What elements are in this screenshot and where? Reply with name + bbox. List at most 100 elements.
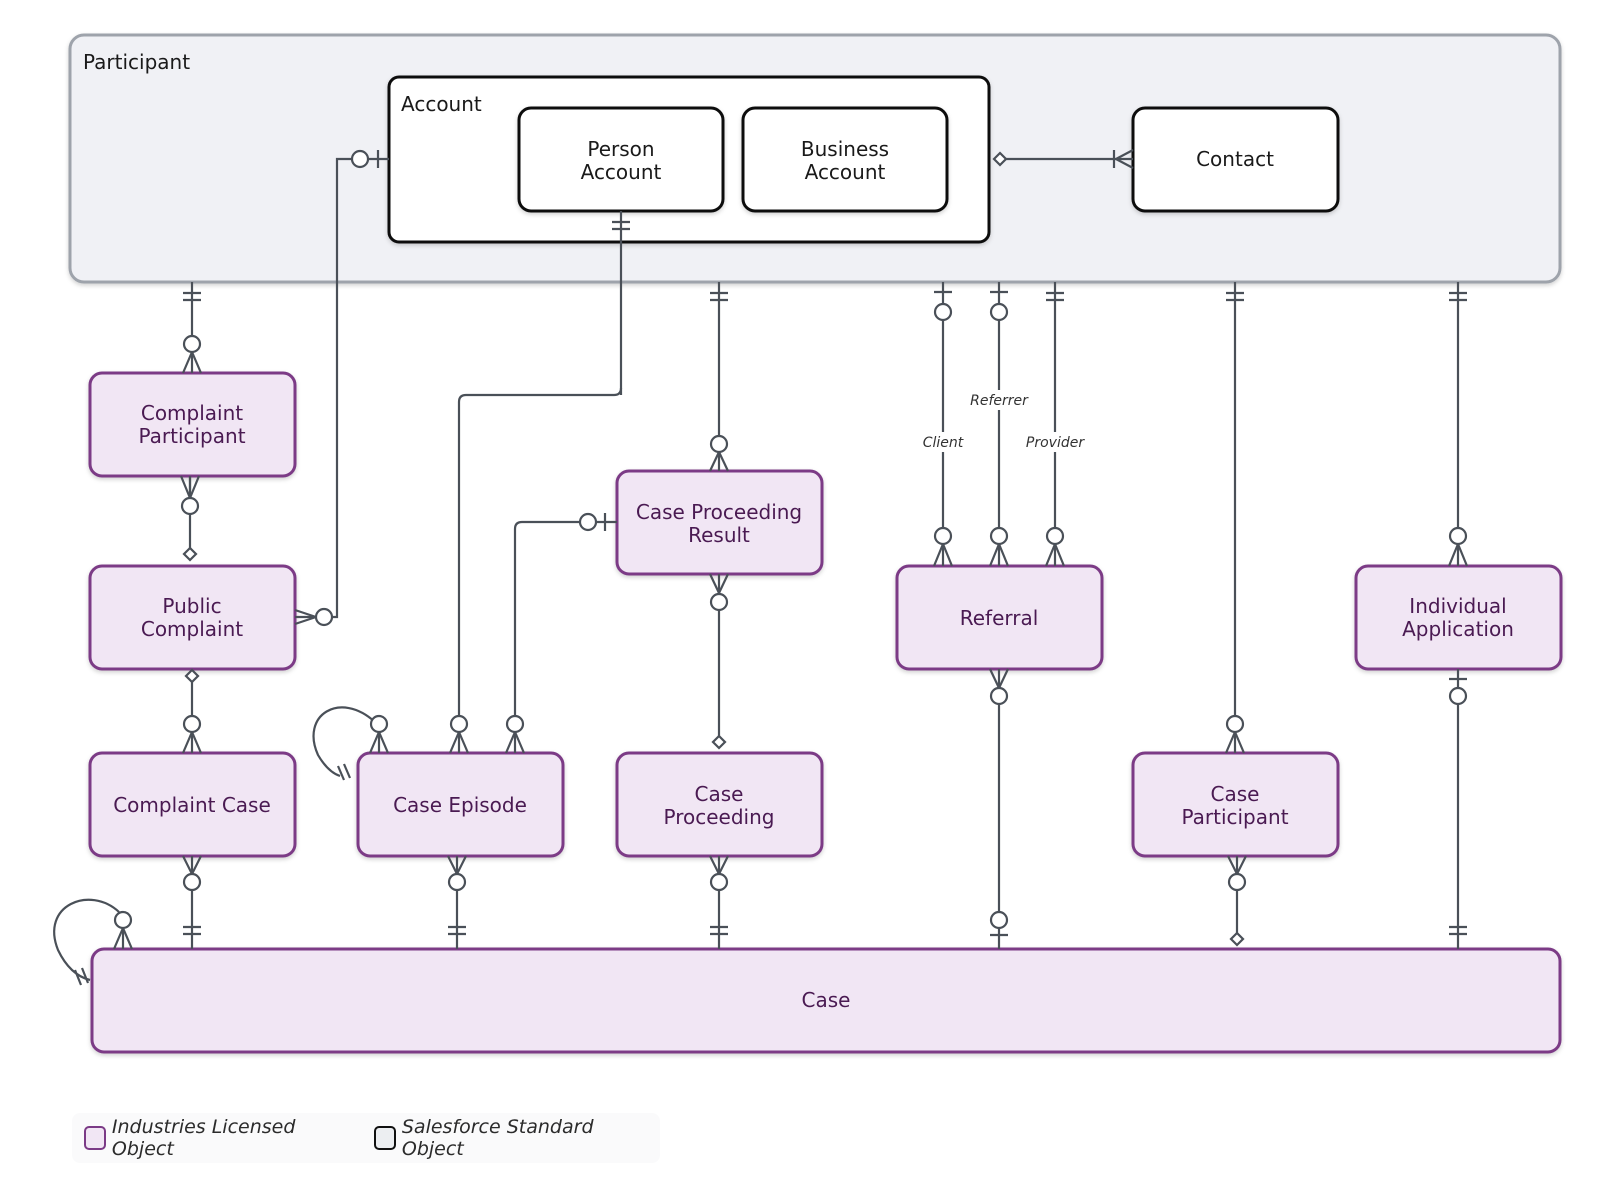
legend-label-licensed: Industries Licensed Object: [111, 1116, 296, 1160]
zero-marker: [1448, 526, 1468, 546]
crow-foot: [377, 731, 390, 754]
crow-foot: [448, 731, 461, 754]
crow-foot: [181, 351, 194, 374]
legend-label-standard: Salesforce Standard Object: [401, 1116, 594, 1160]
crow-foot: [1053, 543, 1066, 567]
case-proceeding-line2: Proceeding: [664, 805, 775, 829]
crow-foot: [709, 573, 720, 594]
business-account-line2: Account: [805, 160, 886, 184]
zero-marker: [182, 334, 202, 354]
zero-marker: [709, 592, 729, 612]
crow-foot: [989, 668, 1000, 689]
case-label: Case: [802, 988, 851, 1012]
entity-individual-application[interactable]: Individual Application: [1354, 564, 1563, 671]
crow-foot: [182, 855, 193, 875]
crow-foot: [1233, 731, 1246, 754]
zero-marker: [182, 872, 202, 892]
crow-foot: [121, 927, 134, 950]
entity-case-episode[interactable]: Case Episode: [356, 751, 565, 858]
complaint-participant-line2: Participant: [138, 424, 245, 448]
legend: Industries Licensed Object Salesforce St…: [72, 1113, 660, 1163]
person-account-line2: Account: [581, 160, 662, 184]
crow-foot: [1236, 855, 1247, 875]
relationship-label-client: Client: [923, 435, 964, 451]
standard-swatch-icon: [373, 1126, 396, 1150]
crow-foot: [179, 475, 192, 499]
crow-foot: [941, 543, 954, 567]
zero-marker: [314, 607, 334, 627]
crow-foot: [504, 731, 517, 754]
crow-foot: [190, 731, 203, 754]
crow-foot: [191, 855, 202, 875]
entity-person-account[interactable]: Person Account: [517, 106, 725, 213]
referral-label: Referral: [960, 606, 1039, 630]
connector-path: [513, 520, 580, 716]
crow-foot: [1456, 543, 1469, 567]
crow-foot: [709, 855, 720, 875]
crow-foot: [513, 731, 526, 754]
zero-marker: [989, 686, 1009, 706]
business-account-line1: Business: [801, 137, 889, 161]
crow-foot: [1447, 543, 1460, 567]
crow-foot: [988, 543, 1001, 567]
crow-foot: [998, 668, 1009, 689]
zero-marker: [989, 526, 1009, 546]
zero-marker: [709, 872, 729, 892]
complaint-case-label: Complaint Case: [113, 793, 271, 817]
zero-marker: [933, 526, 953, 546]
entity-business-account[interactable]: Business Account: [741, 106, 949, 213]
one-bar: [80, 967, 90, 984]
case-episode-label: Case Episode: [393, 793, 527, 817]
entity-contact[interactable]: Contact: [1131, 106, 1340, 213]
entity-referral[interactable]: Referral: [895, 564, 1104, 671]
case-participant-line1: Case: [1211, 782, 1260, 806]
entity-case-proceeding-result[interactable]: Case Proceeding Result: [615, 469, 824, 576]
crow-foot: [368, 731, 381, 754]
zero-marker: [1448, 686, 1468, 706]
zero-marker: [989, 910, 1009, 930]
zero-marker: [447, 872, 467, 892]
case-proceeding-result-line2: Result: [688, 523, 750, 547]
diamond-marker: [711, 734, 727, 750]
participant-label: Participant: [83, 50, 190, 74]
crow-foot: [709, 451, 720, 472]
legend-item-standard: Salesforce Standard Object: [373, 1116, 660, 1160]
entity-case[interactable]: Case: [90, 947, 1562, 1054]
erd-diagram: Participant Account Person Account Busin…: [53, 33, 1563, 1054]
diamond-marker: [184, 668, 200, 684]
crow-foot: [718, 855, 729, 875]
relationship-label-referrer: Referrer: [970, 393, 1029, 409]
zero-marker: [709, 434, 729, 454]
crow-foot: [1224, 731, 1237, 754]
diamond-marker: [1229, 931, 1245, 947]
zero-marker: [578, 512, 598, 532]
case-proceeding-line1: Case: [695, 782, 744, 806]
connector-path: [457, 387, 623, 716]
entity-case-participant[interactable]: Case Participant: [1131, 751, 1340, 858]
entity-public-complaint[interactable]: Public Complaint: [88, 564, 297, 671]
individual-application-line1: Individual: [1409, 594, 1506, 618]
licensed-swatch-icon: [84, 1126, 106, 1150]
complaint-participant-line1: Complaint: [141, 401, 243, 425]
diamond-marker: [182, 546, 198, 562]
crow-foot: [1227, 855, 1238, 875]
entity-complaint-case[interactable]: Complaint Case: [88, 751, 297, 858]
one-bar: [73, 969, 83, 986]
zero-marker: [350, 149, 370, 169]
zero-marker: [1227, 872, 1247, 892]
crow-foot: [718, 573, 729, 594]
public-complaint-line1: Public: [162, 594, 221, 618]
crow-foot: [181, 731, 194, 754]
one-bar: [336, 765, 346, 781]
relationship-label-provider: Provider: [1026, 435, 1085, 451]
crow-foot: [932, 543, 945, 567]
crow-foot: [456, 855, 467, 875]
account-label: Account: [401, 92, 482, 116]
entity-case-proceeding[interactable]: Case Proceeding: [615, 751, 824, 858]
entity-complaint-participant[interactable]: Complaint Participant: [88, 371, 297, 478]
zero-marker: [1225, 714, 1245, 734]
crow-foot: [457, 731, 470, 754]
crow-foot: [188, 475, 201, 499]
zero-marker: [1045, 526, 1065, 546]
zero-marker: [989, 302, 1009, 322]
